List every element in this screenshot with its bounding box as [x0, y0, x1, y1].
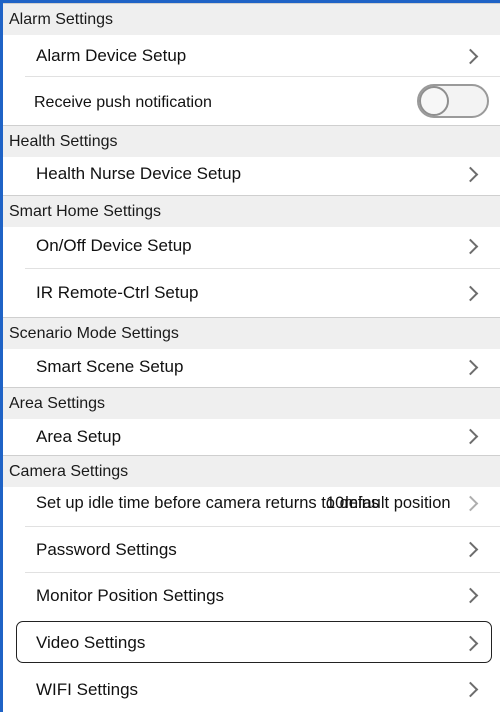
section-header-area: Area Settings	[3, 387, 500, 419]
receive-push-row: Receive push notification	[3, 77, 500, 125]
smart-scene-setup-label: Smart Scene Setup	[36, 357, 184, 376]
camera-idle-time-label: Set up idle time before camera returns t…	[36, 494, 451, 512]
section-header-smart-home: Smart Home Settings	[3, 195, 500, 227]
camera-idle-time-value: 10mins	[326, 494, 380, 512]
ir-remote-setup-row[interactable]: IR Remote-Ctrl Setup	[3, 269, 500, 317]
area-setup-label: Area Setup	[36, 427, 122, 446]
chevron-right-icon	[462, 48, 479, 65]
video-settings-row[interactable]: Video Settings	[3, 621, 500, 663]
camera-idle-time-row[interactable]: Set up idle time before camera returns t…	[3, 487, 500, 527]
toggle-knob	[419, 86, 449, 116]
wifi-settings-row[interactable]: WIFI Settings	[3, 666, 500, 712]
chevron-right-icon	[462, 587, 479, 604]
chevron-right-icon	[462, 635, 479, 652]
health-nurse-setup-row[interactable]: Health Nurse Device Setup	[3, 157, 500, 195]
receive-push-toggle[interactable]	[417, 84, 489, 118]
chevron-right-icon	[462, 428, 479, 445]
chevron-right-icon	[462, 285, 479, 302]
monitor-position-settings-label: Monitor Position Settings	[36, 586, 225, 605]
section-header-health: Health Settings	[3, 125, 500, 157]
chevron-right-icon	[462, 166, 479, 183]
onoff-device-setup-row[interactable]: On/Off Device Setup	[3, 227, 500, 269]
chevron-right-icon	[462, 359, 479, 376]
section-header-camera: Camera Settings	[3, 455, 500, 487]
smart-scene-setup-row[interactable]: Smart Scene Setup	[3, 349, 500, 387]
receive-push-label: Receive push notification	[34, 94, 212, 111]
monitor-position-settings-row[interactable]: Monitor Position Settings	[3, 573, 500, 619]
wifi-settings-label: WIFI Settings	[36, 680, 139, 699]
chevron-right-icon	[462, 495, 479, 512]
chevron-right-icon	[462, 238, 479, 255]
password-settings-row[interactable]: Password Settings	[3, 527, 500, 573]
section-header-alarm: Alarm Settings	[3, 3, 500, 35]
section-header-scenario: Scenario Mode Settings	[3, 317, 500, 349]
settings-screen: Alarm Settings Alarm Device Setup Receiv…	[0, 0, 500, 712]
onoff-device-setup-label: On/Off Device Setup	[36, 236, 192, 255]
alarm-device-setup-row[interactable]: Alarm Device Setup	[3, 35, 500, 77]
chevron-right-icon	[462, 541, 479, 558]
ir-remote-setup-label: IR Remote-Ctrl Setup	[36, 283, 199, 302]
alarm-device-setup-label: Alarm Device Setup	[36, 46, 187, 65]
health-nurse-setup-label: Health Nurse Device Setup	[36, 164, 242, 183]
video-settings-label: Video Settings	[36, 633, 146, 652]
area-setup-row[interactable]: Area Setup	[3, 419, 500, 455]
chevron-right-icon	[462, 681, 479, 698]
password-settings-label: Password Settings	[36, 540, 177, 559]
